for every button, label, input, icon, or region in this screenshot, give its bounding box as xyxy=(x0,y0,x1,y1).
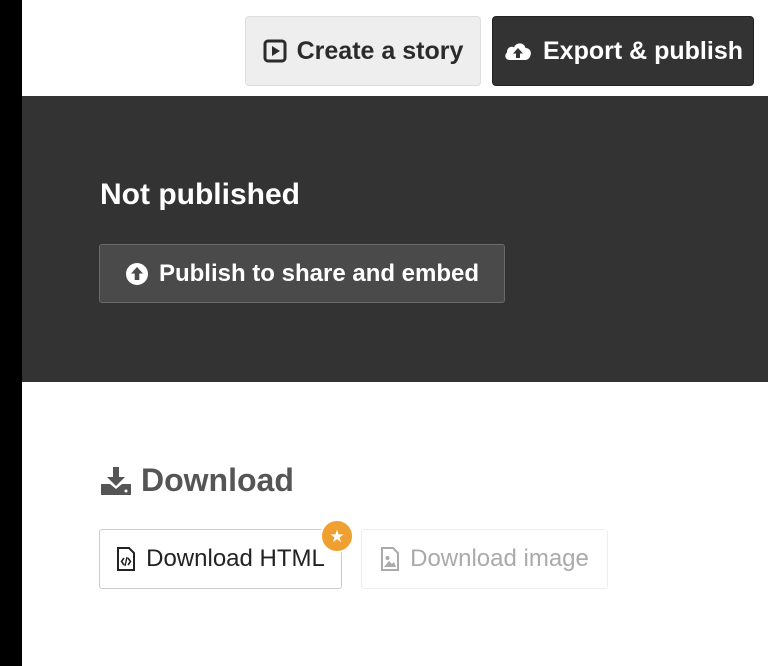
publish-button-label: Publish to share and embed xyxy=(158,259,480,287)
top-toolbar: Create a story Export & publish xyxy=(22,6,768,96)
download-image-button[interactable]: Download image xyxy=(361,529,608,589)
download-html-button[interactable]: Download HTML xyxy=(99,529,342,589)
publish-section: Not published Publish to share and embed xyxy=(22,96,768,382)
file-code-icon xyxy=(116,547,136,571)
download-image-label: Download image xyxy=(410,545,589,572)
download-heading-label: Download xyxy=(141,462,294,498)
cloud-upload-icon xyxy=(503,39,533,63)
download-html-label: Download HTML xyxy=(146,545,325,572)
create-story-label: Create a story xyxy=(296,36,464,65)
play-square-icon xyxy=(263,39,287,63)
export-publish-label: Export & publish xyxy=(543,36,743,65)
publish-button[interactable]: Publish to share and embed xyxy=(99,244,505,303)
create-story-button[interactable]: Create a story xyxy=(245,16,481,86)
left-black-border xyxy=(0,0,22,666)
download-heading: Download xyxy=(99,462,294,499)
file-image-icon xyxy=(380,547,400,571)
download-icon xyxy=(99,466,133,496)
publish-status-title: Not published xyxy=(100,178,300,211)
export-panel: Create a story Export & publish Not publ… xyxy=(22,0,768,666)
premium-star-icon: ★ xyxy=(320,519,354,553)
export-publish-button[interactable]: Export & publish xyxy=(492,16,754,86)
arrow-up-circle-icon xyxy=(125,262,149,286)
